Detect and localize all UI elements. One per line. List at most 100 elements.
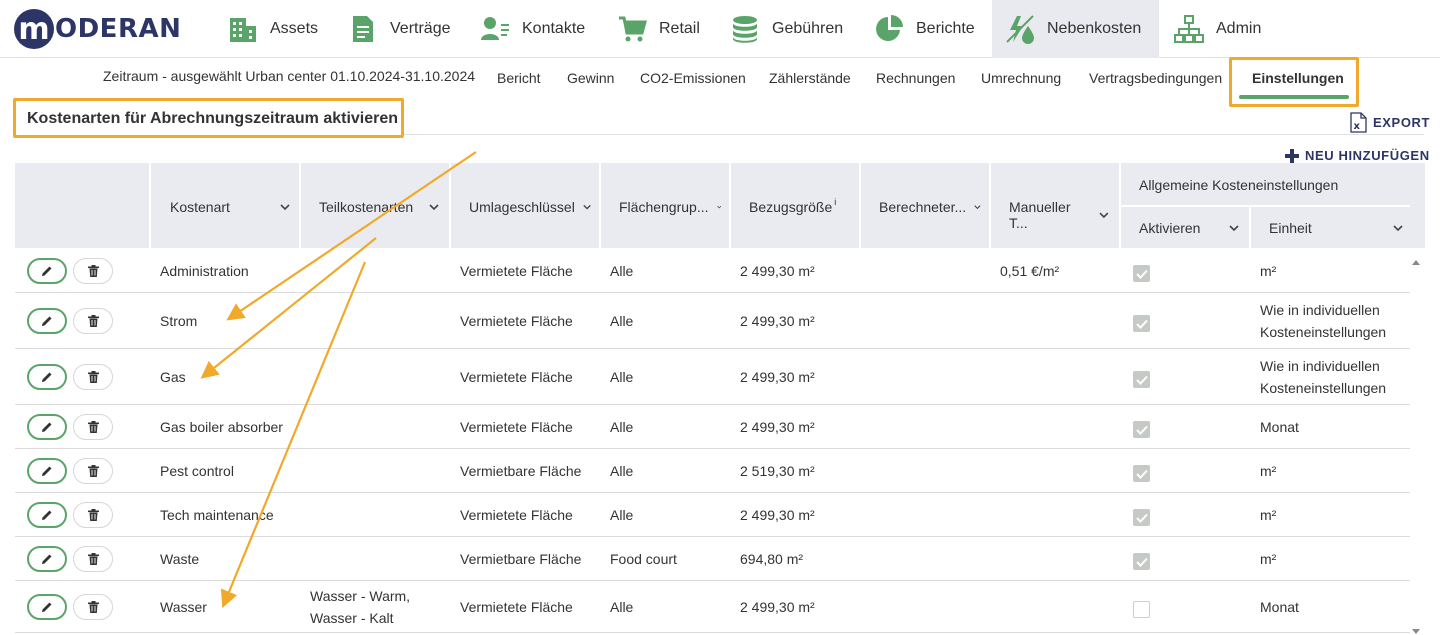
aktivieren-checkbox[interactable]: [1133, 421, 1150, 438]
cell-einheit: Monat: [1260, 419, 1299, 435]
trash-icon: [87, 553, 99, 565]
moderan-logo[interactable]: m ODERAN: [14, 9, 181, 49]
cell-umlageschluessel: Vermietete Fläche: [460, 419, 573, 435]
column-divider: [149, 163, 151, 248]
nav-kontakte-label: Kontakte: [522, 20, 586, 37]
tab-zaehlerstaende[interactable]: Zählerstände: [769, 70, 851, 86]
period-selector[interactable]: Zeitraum - ausgewählt Urban center 01.10…: [103, 68, 475, 84]
edit-button[interactable]: [27, 258, 67, 284]
edit-button[interactable]: [27, 594, 67, 620]
aktivieren-checkbox[interactable]: [1133, 553, 1150, 570]
trash-icon: [87, 509, 99, 521]
info-marker[interactable]: i: [834, 197, 836, 207]
delete-button[interactable]: [73, 308, 113, 334]
nav-vertraege[interactable]: Verträge: [348, 0, 450, 58]
scroll-down-arrow[interactable]: [1411, 623, 1421, 635]
delete-button[interactable]: [73, 594, 113, 620]
nav-nebenkosten[interactable]: Nebenkosten: [992, 0, 1159, 58]
table-row: Tech maintenance Vermietete Fläche Alle 2 4…: [15, 493, 1410, 537]
pencil-icon: [42, 602, 52, 612]
trash-icon: [87, 265, 99, 277]
column-header-kostenart[interactable]: Kostenart: [170, 199, 290, 215]
tab-highlight-box: [1229, 57, 1359, 107]
table-row: Strom Vermietete Fläche Alle 2 499,30 m² Wie…: [15, 293, 1410, 349]
cell-kostenart: Gas: [160, 369, 186, 385]
contacts-icon: [480, 14, 510, 44]
column-title: Einheit: [1269, 220, 1312, 236]
export-button[interactable]: x EXPORT: [1350, 112, 1430, 133]
scroll-up-arrow[interactable]: [1411, 253, 1421, 271]
delete-button[interactable]: [73, 458, 113, 484]
tab-rechnungen[interactable]: Rechnungen: [876, 70, 955, 86]
cell-bezugsgroesse: 2 499,30 m²: [740, 507, 815, 523]
aktivieren-checkbox[interactable]: [1133, 265, 1150, 282]
edit-button[interactable]: [27, 364, 67, 390]
edit-button[interactable]: [27, 308, 67, 334]
column-title: Berechneter...: [879, 199, 967, 215]
aktivieren-checkbox[interactable]: [1133, 465, 1150, 482]
checkmark-icon: [1135, 269, 1148, 279]
nav-berichte-label: Berichte: [916, 20, 975, 37]
add-new-button[interactable]: NEU HINZUFÜGEN: [1285, 148, 1430, 163]
cell-umlageschluessel: Vermietbare Fläche: [460, 551, 582, 567]
cell-flaechengruppe: Alle: [610, 507, 634, 523]
column-header-umlageschluessel[interactable]: Umlageschlüssel: [469, 199, 591, 215]
cell-umlageschluessel: Vermietete Fläche: [460, 313, 573, 329]
org-chart-icon: [1174, 14, 1204, 44]
cell-einheit: Wie in individuellen Kosteneinstellungen: [1260, 302, 1387, 340]
nav-kontakte[interactable]: Kontakte: [480, 0, 585, 58]
aktivieren-checkbox[interactable]: [1133, 509, 1150, 526]
column-title: Manueller T...: [1009, 199, 1071, 231]
column-header-manueller[interactable]: Manueller T...: [1009, 199, 1109, 231]
nav-assets-label: Assets: [270, 20, 319, 37]
chevron-down-icon: [1393, 225, 1403, 232]
nav-assets[interactable]: Assets: [228, 0, 318, 58]
trash-icon: [87, 421, 99, 433]
tab-umrechnung[interactable]: Umrechnung: [981, 70, 1061, 86]
column-header-bezugsgroesse[interactable]: Bezugsgröße i: [749, 197, 836, 215]
checkmark-icon: [1135, 319, 1148, 329]
column-header-teilkostenarten[interactable]: Teilkostenarten: [319, 199, 439, 215]
nav-retail[interactable]: Retail: [617, 0, 700, 58]
tab-vertragsbedingungen[interactable]: Vertragsbedingungen: [1089, 70, 1222, 86]
pencil-icon: [42, 554, 52, 564]
edit-button[interactable]: [27, 414, 67, 440]
column-divider: [859, 163, 861, 248]
delete-button[interactable]: [73, 546, 113, 572]
column-header-einheit[interactable]: Einheit: [1269, 220, 1403, 236]
delete-button[interactable]: [73, 364, 113, 390]
nav-berichte[interactable]: Berichte: [874, 0, 975, 58]
column-header-flaechengruppe[interactable]: Flächengrup...: [619, 199, 721, 215]
cell-bezugsgroesse: 2 499,30 m²: [740, 419, 815, 435]
tab-co2-emissionen[interactable]: CO2-Emissionen: [640, 70, 746, 86]
delete-button[interactable]: [73, 258, 113, 284]
building-icon: [228, 14, 258, 44]
column-header-aktivieren[interactable]: Aktivieren: [1139, 220, 1239, 236]
delete-button[interactable]: [73, 414, 113, 440]
edit-button[interactable]: [27, 458, 67, 484]
nav-admin-label: Admin: [1216, 20, 1262, 37]
pencil-icon: [42, 316, 52, 326]
cell-flaechengruppe: Food court: [610, 551, 677, 567]
export-label: EXPORT: [1373, 115, 1431, 130]
heading-divider: [404, 134, 1424, 135]
aktivieren-checkbox[interactable]: [1133, 601, 1150, 618]
nav-admin[interactable]: Admin: [1174, 0, 1261, 58]
chevron-down-icon: [974, 205, 981, 210]
pencil-icon: [42, 510, 52, 520]
aktivieren-checkbox[interactable]: [1133, 371, 1150, 388]
checkmark-icon: [1135, 513, 1148, 523]
coins-icon: [730, 14, 760, 44]
table-row: Gas boiler absorber Vermietete Fläche Alle…: [15, 405, 1410, 449]
tab-bericht[interactable]: Bericht: [497, 70, 541, 86]
column-header-berechneter[interactable]: Berechneter...: [879, 199, 981, 215]
tab-gewinn[interactable]: Gewinn: [567, 70, 614, 86]
delete-button[interactable]: [73, 502, 113, 528]
aktivieren-checkbox[interactable]: [1133, 315, 1150, 332]
edit-button[interactable]: [27, 546, 67, 572]
svg-text:x: x: [1354, 121, 1361, 132]
cart-icon: [617, 14, 647, 44]
nav-gebuehren[interactable]: Gebühren: [730, 0, 843, 58]
sub-navigation: Zeitraum - ausgewählt Urban center 01.10…: [0, 58, 1440, 98]
edit-button[interactable]: [27, 502, 67, 528]
